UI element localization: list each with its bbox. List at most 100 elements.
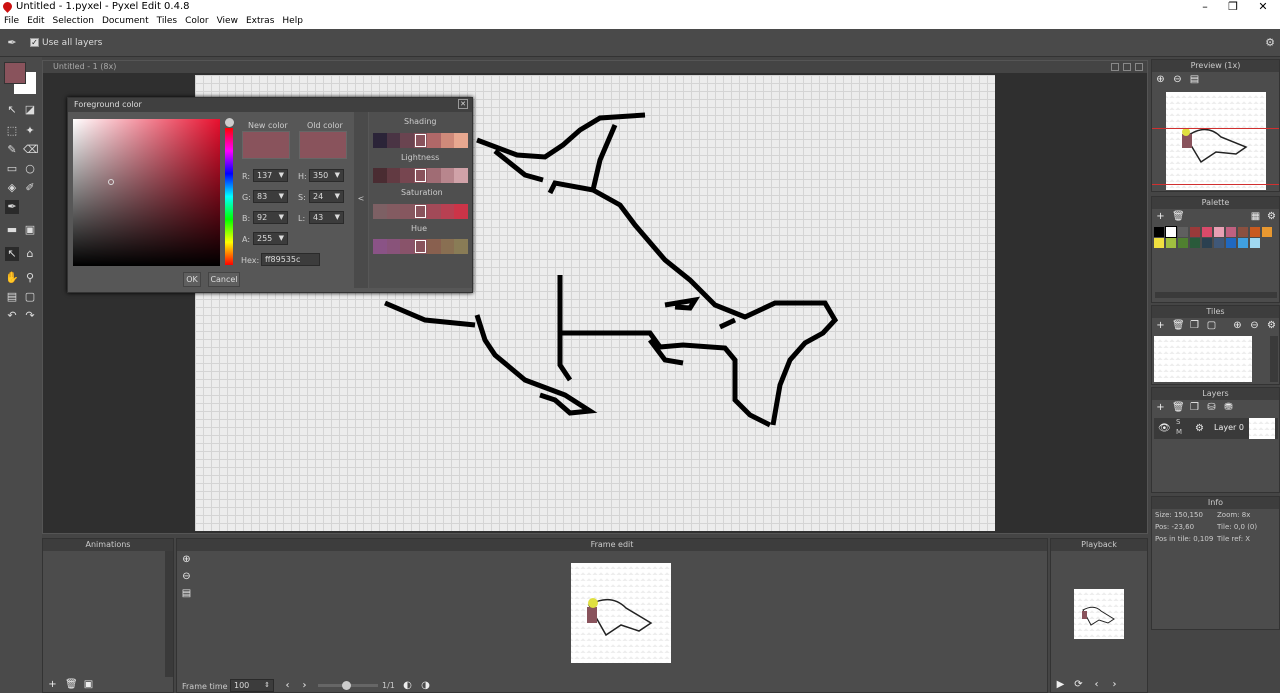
doc-minimize-icon[interactable] (1111, 63, 1119, 71)
palette-swatch[interactable] (1178, 238, 1188, 248)
tiles-scrollbar[interactable] (1270, 336, 1278, 382)
frame-zoom-out-icon[interactable]: ⊖ (181, 571, 192, 582)
solo-toggle[interactable]: S (1176, 418, 1180, 426)
close-button[interactable]: ✕ (1248, 0, 1278, 13)
add-tile-icon[interactable]: + (1155, 320, 1166, 331)
color-variation-swatch[interactable] (413, 133, 428, 148)
tiles-settings-gear-icon[interactable]: ⚙ (1266, 320, 1277, 331)
color-variation-swatch[interactable] (440, 239, 455, 254)
old-color-swatch[interactable] (299, 131, 347, 159)
palette-options-icon[interactable]: ▦ (1250, 211, 1261, 222)
frame-slider-handle[interactable] (342, 681, 351, 690)
palette-swatch[interactable] (1250, 227, 1260, 237)
onion-skin-prev-icon[interactable]: ◐ (402, 680, 413, 691)
palette-swatch[interactable] (1202, 238, 1212, 248)
eraser-icon[interactable]: ⌫ (23, 143, 39, 157)
saturation-strip[interactable] (373, 204, 469, 219)
tile-slot[interactable] (1154, 336, 1252, 382)
playback-next-icon[interactable]: › (1109, 679, 1120, 690)
menu-help[interactable]: Help (278, 15, 307, 29)
blue-field[interactable]: 92 ▼ (253, 211, 288, 224)
reset-colors-icon[interactable]: ◪ (23, 103, 37, 117)
color-variation-swatch[interactable] (454, 239, 469, 254)
frame-fit-icon[interactable]: ▤ (181, 588, 192, 599)
play-icon[interactable]: ▶ (1055, 679, 1066, 690)
saturation-value-picker[interactable] (73, 119, 220, 266)
preview-image[interactable] (1152, 92, 1279, 190)
palette-swatch[interactable] (1250, 238, 1260, 248)
color-variation-swatch[interactable] (427, 168, 441, 183)
delete-palette-color-icon[interactable]: 🗑 (1172, 211, 1185, 222)
visibility-eye-icon[interactable]: 👁 (1158, 423, 1171, 434)
menu-extras[interactable]: Extras (242, 15, 278, 29)
next-frame-icon[interactable]: › (299, 680, 310, 691)
magic-wand-icon[interactable]: ✦ (23, 124, 37, 138)
frame-time-field[interactable]: 100 ⇕ (230, 679, 274, 692)
color-variation-swatch[interactable] (386, 133, 401, 148)
green-field[interactable]: 83 ▼ (253, 190, 288, 203)
onion-skin-next-icon[interactable]: ◑ (420, 680, 431, 691)
lightness-field[interactable]: 43 ▼ (309, 211, 344, 224)
hue-slider[interactable] (225, 128, 233, 265)
shading-strip[interactable] (373, 133, 469, 148)
palette-swatch[interactable] (1226, 227, 1236, 237)
layer-name[interactable]: Layer 0 (1214, 423, 1244, 432)
color-variation-swatch[interactable] (440, 168, 455, 183)
animations-scrollbar[interactable] (165, 551, 173, 677)
dialog-close-button[interactable]: ✕ (458, 99, 468, 109)
palette-swatch[interactable] (1238, 227, 1248, 237)
palette-swatch[interactable] (1238, 238, 1248, 248)
prev-frame-icon[interactable]: ‹ (282, 680, 293, 691)
palette-settings-gear-icon[interactable]: ⚙ (1266, 211, 1277, 222)
color-variation-swatch[interactable] (427, 133, 441, 148)
delete-animation-icon[interactable]: 🗑 (65, 679, 78, 690)
color-variation-swatch[interactable] (454, 168, 469, 183)
playback-prev-icon[interactable]: ‹ (1091, 679, 1102, 690)
add-palette-color-icon[interactable]: + (1155, 211, 1166, 222)
menu-tiles[interactable]: Tiles (153, 15, 181, 29)
color-variation-swatch[interactable] (373, 168, 387, 183)
delete-layer-icon[interactable]: 🗑 (1172, 402, 1185, 413)
tile-select-icon[interactable]: ⌂ (23, 247, 37, 261)
color-variation-swatch[interactable] (386, 168, 401, 183)
zoom-out-icon[interactable]: ⊖ (1172, 74, 1183, 85)
cancel-button[interactable]: Cancel (208, 272, 240, 287)
color-variation-swatch[interactable] (386, 239, 401, 254)
menu-view[interactable]: View (213, 15, 242, 29)
doc-restore-icon[interactable] (1123, 63, 1131, 71)
color-variation-swatch[interactable] (440, 204, 455, 219)
tile-tool-icon[interactable]: ▬ (5, 223, 19, 237)
color-variation-swatch[interactable] (373, 239, 387, 254)
color-variation-swatch[interactable] (400, 204, 414, 219)
select-tool-icon[interactable]: ↖ (5, 247, 19, 261)
animation-frame-icon[interactable]: ▣ (83, 679, 94, 690)
zoom-in-icon[interactable]: ⊕ (1155, 74, 1166, 85)
color-variation-swatch[interactable] (373, 204, 387, 219)
color-variation-swatch[interactable] (454, 133, 469, 148)
add-animation-icon[interactable]: + (47, 679, 58, 690)
color-variation-swatch[interactable] (454, 204, 469, 219)
color-variation-swatch[interactable] (400, 239, 414, 254)
layer-settings-gear-icon[interactable]: ⚙ (1194, 423, 1205, 434)
menu-document[interactable]: Document (98, 15, 153, 29)
palette-swatch[interactable] (1262, 227, 1272, 237)
hue-strip[interactable] (373, 239, 469, 254)
menu-color[interactable]: Color (181, 15, 213, 29)
frame-alt-icon[interactable]: ▢ (23, 290, 37, 304)
palette-swatch[interactable] (1166, 238, 1176, 248)
color-variation-swatch[interactable] (413, 239, 428, 254)
lightness-strip[interactable] (373, 168, 469, 183)
color-variation-swatch[interactable] (413, 204, 428, 219)
doc-close-icon[interactable] (1135, 63, 1143, 71)
hue-handle[interactable] (225, 118, 234, 127)
collapse-panel-button[interactable]: < (354, 112, 368, 288)
settings-gear-icon[interactable]: ⚙ (1263, 36, 1277, 50)
tile-stamp-icon[interactable]: ▣ (23, 223, 37, 237)
frame-slider[interactable] (318, 681, 378, 690)
color-variation-swatch[interactable] (400, 168, 414, 183)
tile-frame-icon[interactable]: ▢ (1206, 320, 1217, 331)
palette-swatch[interactable] (1165, 226, 1177, 238)
palette-swatch[interactable] (1202, 227, 1212, 237)
tiles-zoom-in-icon[interactable]: ⊕ (1232, 320, 1243, 331)
hand-icon[interactable]: ✋ (5, 271, 19, 285)
